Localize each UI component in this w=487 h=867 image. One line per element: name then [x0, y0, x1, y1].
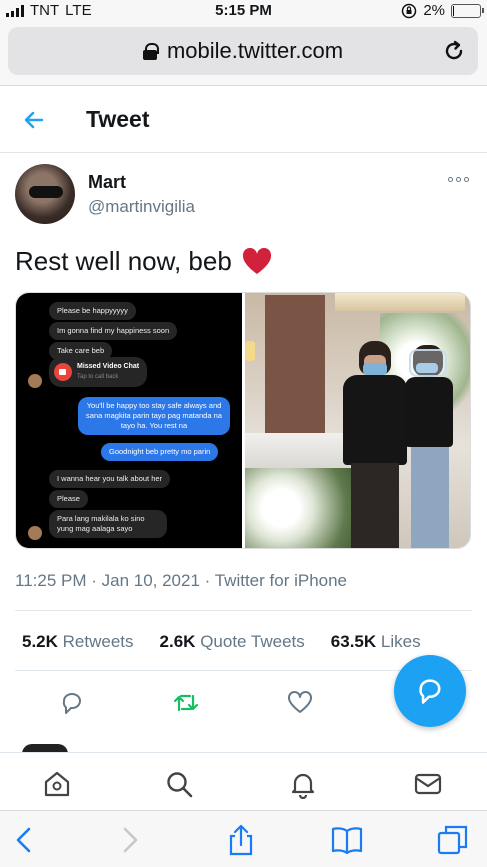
- bookmarks-icon[interactable]: [330, 823, 364, 857]
- missed-call-bubble: Missed Video Chat Tap to call back: [49, 357, 147, 387]
- chat-screenshot-image[interactable]: Please be happyyyyy Im gonna find my hap…: [16, 293, 242, 548]
- likes-stat[interactable]: 63.5K Likes: [331, 632, 421, 652]
- divider: [15, 610, 472, 611]
- chat-message-sent: You'll be happy too stay safe always and…: [78, 397, 230, 435]
- status-right: 2%: [401, 2, 484, 19]
- reload-icon[interactable]: [442, 39, 466, 63]
- chat-avatar: [28, 526, 42, 540]
- quote-label: Quote Tweets: [200, 632, 305, 651]
- author-name[interactable]: Mart: [88, 172, 126, 193]
- orientation-lock-icon: [402, 3, 417, 18]
- messages-icon[interactable]: [413, 769, 443, 799]
- more-options-icon[interactable]: [448, 177, 469, 182]
- heart-emoji-icon: [242, 247, 271, 274]
- home-icon[interactable]: [42, 769, 72, 799]
- quote-count: 2.6K: [159, 632, 196, 651]
- compose-button[interactable]: [394, 655, 466, 727]
- lock-icon: [142, 43, 159, 60]
- tweet-header: Tweet: [0, 87, 487, 153]
- avatar[interactable]: [15, 164, 75, 224]
- retweets-count: 5.2K: [22, 632, 58, 651]
- browser-bottom-toolbar: [0, 810, 487, 867]
- likes-count: 63.5K: [330, 632, 377, 651]
- battery-icon: [451, 3, 484, 18]
- author-handle[interactable]: @martinvigilia: [88, 197, 195, 217]
- url-bar[interactable]: mobile.twitter.com: [8, 27, 478, 75]
- chat-message: Please be happyyyyy: [49, 302, 136, 320]
- meta-separator: ·: [204, 571, 215, 590]
- tabs-icon[interactable]: [436, 823, 470, 857]
- url-text: mobile.twitter.com: [166, 38, 344, 63]
- forward-icon[interactable]: [112, 823, 146, 857]
- tweet-stats: 5.2K Retweets 2.6K Quote Tweets 63.5K Li…: [22, 632, 421, 652]
- twitter-bottom-nav: [0, 752, 487, 810]
- photo-ceiling: [335, 293, 465, 311]
- browser-toolbar: mobile.twitter.com: [0, 22, 487, 86]
- reply-icon[interactable]: [59, 690, 85, 716]
- chat-message: I wanna hear you talk about her: [49, 470, 171, 488]
- like-icon[interactable]: [287, 690, 313, 716]
- search-icon[interactable]: [164, 769, 194, 799]
- retweet-icon[interactable]: [173, 690, 199, 716]
- photo-wall-panel: [265, 295, 325, 435]
- compose-icon: [419, 679, 441, 704]
- photo-lamp: [245, 341, 255, 361]
- avatar-glasses: [29, 186, 63, 198]
- missed-call-title: Missed Video Chat: [77, 363, 140, 370]
- photo-person: [343, 341, 407, 548]
- chat-message-sent: Goodnight beb pretty mo parin: [101, 443, 219, 461]
- chat-message: Im gonna find my happiness soon: [49, 322, 178, 340]
- chat-avatar: [28, 374, 42, 388]
- tweet-timestamp[interactable]: 11:25 PM · Jan 10, 2021: [15, 571, 200, 590]
- photo-person: [403, 345, 455, 548]
- status-bar: TNT LTE 5:15 PM 2%: [0, 0, 487, 22]
- retweets-stat[interactable]: 5.2K Retweets: [22, 632, 134, 652]
- tweet-media[interactable]: Please be happyyyyy Im gonna find my hap…: [15, 292, 471, 549]
- tweet-meta: 11:25 PM · Jan 10, 2021 · Twitter for iP…: [15, 571, 347, 591]
- chat-message: Para lang makilala ko sino yung mag aala…: [49, 510, 167, 538]
- back-icon[interactable]: [8, 823, 42, 857]
- likes-label: Likes: [380, 632, 421, 651]
- missed-call-subtitle: Tap to call back: [77, 374, 119, 380]
- video-call-icon: [54, 363, 72, 381]
- notifications-icon[interactable]: [288, 769, 318, 799]
- chat-message: Please: [49, 490, 88, 508]
- battery-percent: 2%: [423, 2, 445, 19]
- tweet-source[interactable]: Twitter for iPhone: [215, 571, 347, 590]
- tweet-body: Rest well now, beb: [15, 246, 232, 276]
- battery-fill: [453, 5, 454, 16]
- tweet-text: Rest well now, beb: [15, 246, 272, 277]
- funeral-photo-image[interactable]: [245, 293, 470, 548]
- back-arrow-icon[interactable]: [22, 108, 46, 132]
- share-icon[interactable]: [224, 823, 258, 857]
- page-title: Tweet: [86, 106, 150, 132]
- retweets-label: Retweets: [62, 632, 134, 651]
- quote-tweets-stat[interactable]: 2.6K Quote Tweets: [160, 632, 305, 652]
